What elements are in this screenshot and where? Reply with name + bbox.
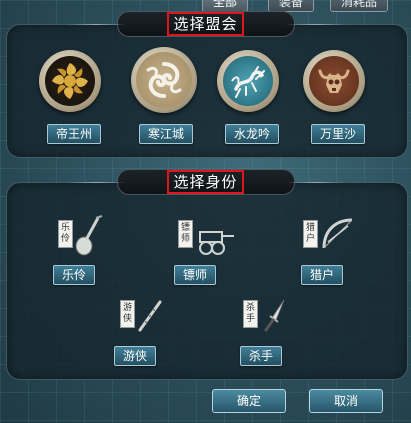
identity-button-yueling[interactable]: 乐伶 [53, 265, 96, 285]
identity-label: 猎户 [310, 268, 335, 282]
identity-tag-yueling: 乐伶 [58, 220, 73, 248]
confirm-button[interactable]: 确定 [212, 389, 286, 413]
identity-label: 杀手 [249, 349, 274, 363]
alliance-panel-header: 选择盟会 [65, 11, 346, 37]
identity-tag-biaoshi: 镖师 [178, 220, 193, 248]
alliance-label: 水龙吟 [234, 127, 271, 141]
alliance-panel-title: 选择盟会 [167, 12, 244, 36]
identity-button-liehu[interactable]: 猎户 [301, 265, 344, 285]
pipa-icon [75, 215, 103, 256]
header-deco-left [65, 182, 126, 183]
bow-icon [322, 218, 353, 249]
alliance-label: 万里沙 [320, 127, 357, 141]
dagger-icon [264, 299, 285, 332]
alliance-label: 帝王州 [56, 127, 93, 141]
identity-panel-title: 选择身份 [167, 170, 244, 194]
cart-icon [199, 231, 234, 255]
tab-consumables[interactable]: 消耗品 [330, 0, 389, 12]
identity-panel-header: 选择身份 [65, 169, 346, 195]
header-deco-left [65, 24, 126, 25]
header-deco-right [285, 182, 346, 183]
white-cloud-swirl-emblem-icon[interactable] [131, 47, 197, 113]
flute-icon [138, 300, 162, 332]
cancel-button[interactable]: 取消 [309, 389, 383, 413]
identity-button-shashou[interactable]: 杀手 [240, 346, 283, 366]
tab-all-label: 全部 [213, 0, 238, 9]
identity-tag-youxia: 游侠 [120, 300, 135, 328]
golden-swirl-emblem-icon[interactable] [39, 50, 101, 112]
tab-consumables-label: 消耗品 [341, 0, 378, 9]
alliance-button-hanjiangcheng[interactable]: 寒江城 [139, 124, 194, 144]
blue-dragon-emblem-icon[interactable] [217, 50, 279, 112]
identity-label: 镖师 [183, 268, 208, 282]
identity-button-biaoshi[interactable]: 镖师 [174, 265, 217, 285]
alliance-button-shuilongyin[interactable]: 水龙吟 [225, 124, 280, 144]
alliance-button-wanlisha[interactable]: 万里沙 [311, 124, 366, 144]
alliance-button-diwangzhou[interactable]: 帝王州 [47, 124, 102, 144]
identity-label: 乐伶 [62, 268, 87, 282]
ox-skull-emblem-icon[interactable] [303, 50, 365, 112]
identity-tag-shashou: 杀手 [243, 300, 258, 328]
tab-equipment-label: 装备 [279, 0, 304, 9]
identity-button-youxia[interactable]: 游侠 [114, 346, 157, 366]
alliance-label: 寒江城 [148, 127, 185, 141]
identity-label: 游侠 [123, 349, 148, 363]
identity-tag-liehu: 猎户 [303, 220, 318, 248]
header-deco-right [285, 24, 346, 25]
